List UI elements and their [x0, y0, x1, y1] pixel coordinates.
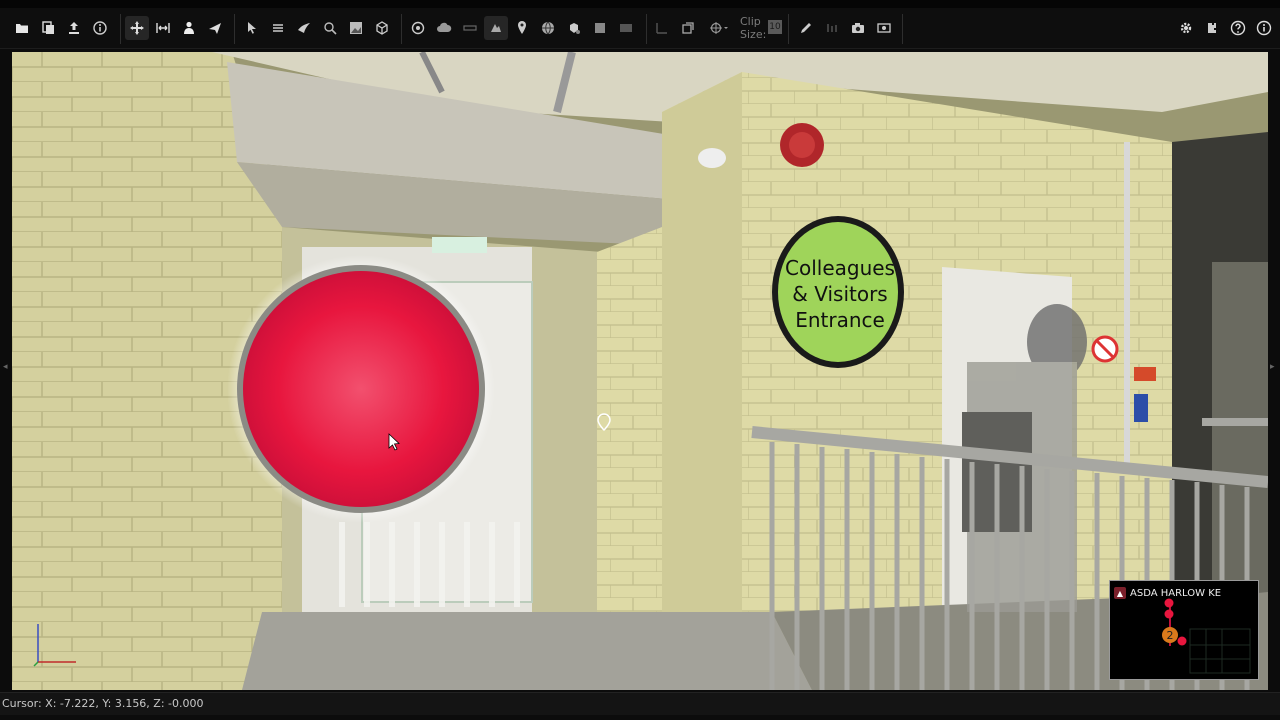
toolbar-separator	[401, 14, 402, 44]
person-icon[interactable]	[177, 16, 201, 40]
main-toolbar: Clip Size: 10	[0, 8, 1280, 49]
zoom-region-icon[interactable]	[318, 16, 342, 40]
sign-line-1: Colleagues	[785, 256, 895, 280]
right-panel-arrow-icon[interactable]: ▸	[1270, 362, 1278, 374]
sign-line-2: & Visitors	[792, 282, 887, 306]
transform-icon[interactable]	[676, 16, 700, 40]
export-icon[interactable]	[62, 16, 86, 40]
clip-size-label: Clip Size:	[740, 15, 767, 41]
toolbar-separator	[902, 14, 903, 44]
sign-line-3: Entrance	[795, 308, 885, 332]
entrance-sign: Colleagues & Visitors Entrance	[772, 216, 904, 368]
clip-size-value[interactable]: 10	[768, 20, 782, 34]
toolbar-separator	[234, 14, 235, 44]
gear-icon[interactable]	[1174, 16, 1198, 40]
ruler-icon[interactable]	[458, 16, 482, 40]
camera-icon[interactable]	[846, 16, 870, 40]
target-icon[interactable]	[406, 16, 430, 40]
fit-icon[interactable]	[151, 16, 175, 40]
plugin-icon[interactable]	[1200, 16, 1224, 40]
pencil-icon[interactable]	[794, 16, 818, 40]
about-icon[interactable]	[1252, 16, 1276, 40]
left-panel-arrow-icon[interactable]: ◂	[3, 362, 11, 374]
move-icon[interactable]	[125, 16, 149, 40]
measure-icon[interactable]	[650, 16, 674, 40]
cube-icon[interactable]	[562, 16, 586, 40]
box-icon[interactable]	[370, 16, 394, 40]
minimap-marker-number: 2	[1167, 629, 1174, 642]
info-icon[interactable]	[88, 16, 112, 40]
square-icon[interactable]	[588, 16, 612, 40]
crosshair-dropdown-icon[interactable]	[704, 16, 734, 40]
minimap-render: 2	[1162, 598, 1251, 674]
folder-icon[interactable]	[10, 16, 34, 40]
toolbar-separator	[646, 14, 647, 44]
grid-icon[interactable]	[614, 16, 638, 40]
cloud-icon[interactable]	[432, 16, 456, 40]
eye-icon[interactable]	[484, 16, 508, 40]
minimap-panel[interactable]: ▲ ASDA HARLOW KE 2	[1109, 580, 1259, 680]
scene-render: Colleagues & Visitors Entrance	[12, 52, 1268, 690]
status-bar: Cursor: X: -7.222, Y: 3.156, Z: -0.000	[0, 692, 1280, 715]
cursor-coordinates: Cursor: X: -7.222, Y: 3.156, Z: -0.000	[2, 697, 204, 710]
window-top-edge	[0, 0, 1280, 8]
point-cloud-viewport[interactable]: Colleagues & Visitors Entrance	[12, 52, 1268, 690]
video-icon[interactable]	[872, 16, 896, 40]
axis-gizmo	[33, 624, 76, 667]
select-icon[interactable]	[240, 16, 264, 40]
help-icon[interactable]	[1226, 16, 1250, 40]
layers-icon[interactable]	[266, 16, 290, 40]
fly-icon[interactable]	[203, 16, 227, 40]
toolbar-separator	[788, 14, 789, 44]
filter-icon[interactable]	[292, 16, 316, 40]
toolbar-separator	[120, 14, 121, 44]
copy-icon[interactable]	[36, 16, 60, 40]
photo-icon[interactable]	[344, 16, 368, 40]
hotspot-marker[interactable]	[227, 255, 495, 523]
globe-icon[interactable]	[536, 16, 560, 40]
filter-small-icon[interactable]	[820, 16, 844, 40]
pin-icon[interactable]	[510, 16, 534, 40]
